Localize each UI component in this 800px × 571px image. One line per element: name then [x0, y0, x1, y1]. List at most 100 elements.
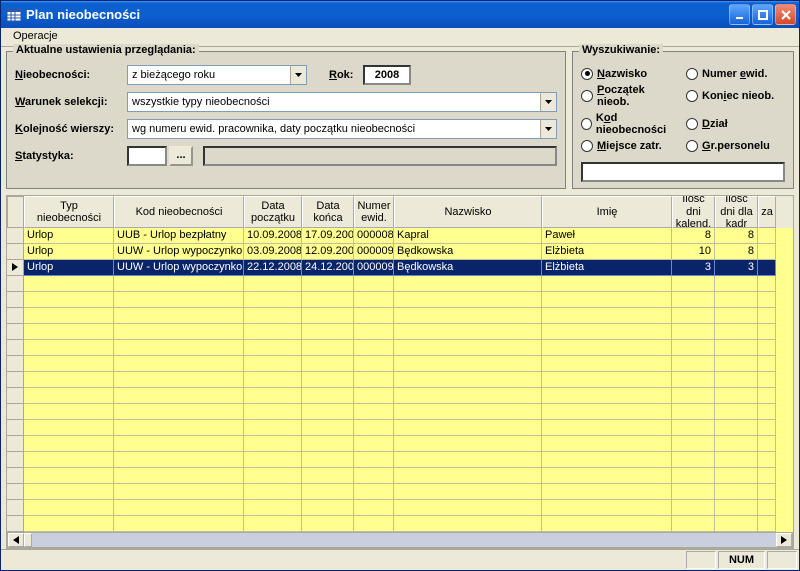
col-kod[interactable]: Kod nieobecności [114, 196, 244, 228]
menu-operacje[interactable]: Operacje [7, 29, 64, 43]
search-radio-4[interactable]: Kod nieobecności [581, 112, 680, 136]
radio-icon [581, 140, 593, 152]
window-title: Plan nieobecności [26, 7, 729, 22]
radio-icon [686, 90, 698, 102]
nieobecnosci-combo[interactable]: z bieżącego roku [127, 65, 307, 85]
table-row-empty [7, 340, 793, 356]
col-imie[interactable]: Imię [542, 196, 672, 228]
radio-label: Gr.personelu [702, 140, 770, 152]
cell: UUW - Urlop wypoczynko [114, 260, 244, 276]
cell: 03.09.2008 [244, 244, 302, 260]
cell: 8 [715, 244, 758, 260]
cell: Urlop [24, 228, 114, 244]
cell: UUW - Urlop wypoczynko [114, 244, 244, 260]
table-row-empty [7, 388, 793, 404]
search-input[interactable] [581, 162, 785, 182]
radio-label: Kod nieobecności [596, 112, 680, 136]
radio-label: Koniec nieob. [702, 90, 774, 102]
row-selector[interactable] [7, 244, 24, 260]
horizontal-scrollbar[interactable] [7, 532, 793, 548]
settings-panel: Aktualne ustawienia przeglądania: Nieobe… [6, 51, 566, 189]
radio-label: Miejsce zatr. [597, 140, 662, 152]
cell: 3 [715, 260, 758, 276]
radio-icon [686, 140, 698, 152]
table-row-empty [7, 484, 793, 500]
table-row-empty [7, 516, 793, 532]
search-radio-1[interactable]: Numer ewid. [686, 68, 785, 80]
radio-label: Początek nieob. [597, 84, 680, 108]
status-num: NUM [718, 551, 765, 569]
data-grid: Typ nieobecności Kod nieobecności Data p… [6, 195, 794, 549]
minimize-button[interactable] [729, 4, 750, 25]
table-row-empty [7, 500, 793, 516]
search-radio-6[interactable]: Miejsce zatr. [581, 140, 680, 152]
search-panel: Wyszukiwanie: NazwiskoNumer ewid.Począte… [572, 51, 794, 189]
cell: Paweł [542, 228, 672, 244]
cell: Kapral [394, 228, 542, 244]
kolejnosc-combo[interactable]: wg numeru ewid. pracownika, daty początk… [127, 119, 557, 139]
search-radio-5[interactable]: Dział [686, 112, 785, 136]
table-row-empty [7, 404, 793, 420]
search-radio-2[interactable]: Początek nieob. [581, 84, 680, 108]
col-ilosc-kadr[interactable]: Ilość dni dla kadr [715, 196, 758, 228]
warunek-combo[interactable]: wszystkie typy nieobecności [127, 92, 557, 112]
scroll-left-button[interactable] [8, 533, 24, 547]
scroll-thumb[interactable] [24, 533, 32, 547]
table-row[interactable]: UrlopUUB - Urlop bezpłatny10.09.200817.0… [7, 228, 793, 244]
titlebar: Plan nieobecności [1, 1, 799, 28]
cell: Elżbieta [542, 260, 672, 276]
app-icon [6, 7, 22, 23]
table-row[interactable]: UrlopUUW - Urlop wypoczynko22.12.200824.… [7, 260, 793, 276]
cell [758, 260, 776, 276]
cell: 24.12.2008 [302, 260, 354, 276]
chevron-down-icon [540, 120, 556, 138]
col-data-konca[interactable]: Data końca [302, 196, 354, 228]
cell: 8 [715, 228, 758, 244]
statusbar: NUM [1, 549, 799, 570]
statystyka-label: Statystyka: [15, 150, 127, 162]
table-row-empty [7, 308, 793, 324]
radio-icon [581, 68, 593, 80]
cell: 10.09.2008 [244, 228, 302, 244]
statystyka-input[interactable] [127, 146, 167, 166]
cell: 10 [672, 244, 715, 260]
rok-input[interactable]: 2008 [363, 65, 411, 85]
maximize-button[interactable] [752, 4, 773, 25]
settings-legend: Aktualne ustawienia przeglądania: [13, 44, 199, 56]
search-radio-3[interactable]: Koniec nieob. [686, 84, 785, 108]
cell: 12.09.2008 [302, 244, 354, 260]
cell: 000009 [354, 260, 394, 276]
col-nazwisko[interactable]: Nazwisko [394, 196, 542, 228]
radio-icon [581, 90, 593, 102]
col-data-poczatku[interactable]: Data początku [244, 196, 302, 228]
table-row-empty [7, 276, 793, 292]
cell: 22.12.2008 [244, 260, 302, 276]
col-numer-ewid[interactable]: Numer ewid. [354, 196, 394, 228]
cell: UUB - Urlop bezpłatny [114, 228, 244, 244]
col-ilosc-kalend[interactable]: Ilość dni kalend. [672, 196, 715, 228]
radio-label: Nazwisko [597, 68, 647, 80]
radio-icon [581, 118, 592, 130]
nieobecnosci-label: Nieobecności: [15, 69, 127, 81]
radio-icon [686, 68, 698, 80]
scroll-right-button[interactable] [776, 533, 792, 547]
chevron-down-icon [290, 66, 306, 84]
col-za[interactable]: za [758, 196, 776, 228]
col-typ[interactable]: Typ nieobecności [24, 196, 114, 228]
close-button[interactable] [775, 4, 796, 25]
search-legend: Wyszukiwanie: [579, 44, 663, 56]
row-selector[interactable] [7, 260, 24, 276]
table-row-empty [7, 292, 793, 308]
row-selector[interactable] [7, 228, 24, 244]
table-row-empty [7, 436, 793, 452]
cell: 000008 [354, 228, 394, 244]
statystyka-browse-button[interactable]: ... [169, 146, 193, 166]
cell [758, 228, 776, 244]
search-radio-0[interactable]: Nazwisko [581, 68, 680, 80]
cell: 000009 [354, 244, 394, 260]
table-row[interactable]: UrlopUUW - Urlop wypoczynko03.09.200812.… [7, 244, 793, 260]
search-radio-7[interactable]: Gr.personelu [686, 140, 785, 152]
kolejnosc-label: Kolejność wierszy: [15, 123, 127, 135]
cell: Urlop [24, 244, 114, 260]
cell [758, 244, 776, 260]
